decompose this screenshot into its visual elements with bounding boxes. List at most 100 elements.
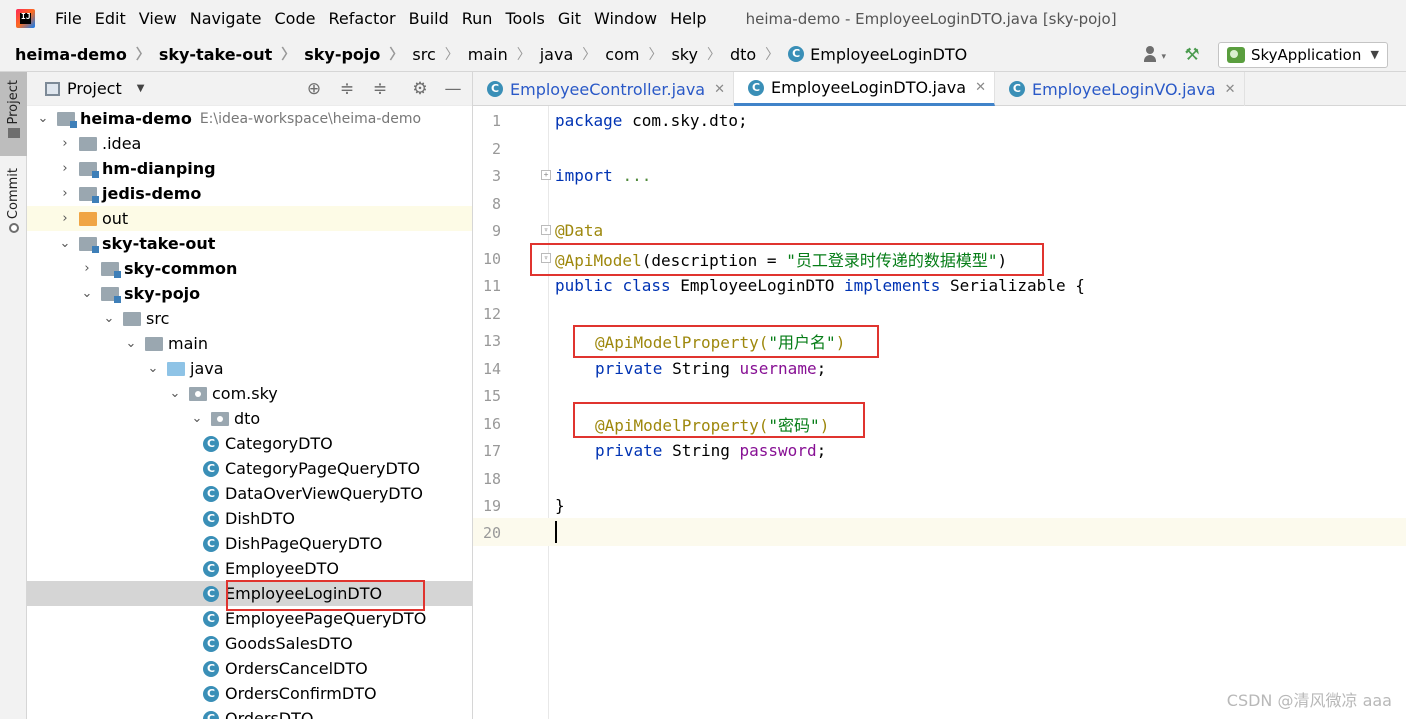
text-caret: [555, 521, 557, 543]
tree-item[interactable]: ⌄ sky-take-out: [27, 231, 472, 256]
fold-minus-icon[interactable]: ▿: [541, 225, 551, 235]
chevron-down-icon[interactable]: ⌄: [189, 411, 205, 426]
folded-imports[interactable]: ...: [622, 166, 651, 185]
chevron-down-icon[interactable]: ⌄: [35, 111, 51, 126]
hammer-icon[interactable]: ⚒: [1182, 46, 1202, 64]
module-folder-icon: [79, 236, 99, 253]
chevron-down-icon[interactable]: ⌄: [167, 386, 183, 401]
project-view-icon: [45, 81, 60, 96]
tab-employee-login-vo[interactable]: C EmployeeLoginVO.java ✕: [995, 72, 1245, 106]
tree-item[interactable]: › hm-dianping: [27, 156, 472, 181]
chevron-down-icon[interactable]: ⌄: [145, 361, 161, 376]
breadcrumb-label: src: [412, 44, 436, 64]
breadcrumb-item[interactable]: heima-demo 〉: [15, 44, 159, 64]
tree-item[interactable]: C EmployeeLoginDTO: [27, 581, 472, 606]
tree-item[interactable]: › jedis-demo: [27, 181, 472, 206]
class-icon: C: [203, 710, 219, 719]
tree-item[interactable]: C DishPageQueryDTO: [27, 531, 472, 556]
hide-icon[interactable]: —: [444, 80, 462, 98]
menu-file[interactable]: File: [55, 9, 82, 28]
code-line: 8: [473, 190, 1406, 217]
target-icon[interactable]: ⊕: [305, 80, 323, 98]
tree-item-label: CategoryPageQueryDTO: [225, 459, 421, 478]
class-icon: C: [203, 685, 219, 702]
menu-git[interactable]: Git: [558, 9, 581, 28]
fold-minus-icon[interactable]: ▿: [541, 253, 551, 263]
breadcrumb-item[interactable]: dto 〉: [730, 44, 788, 64]
tree-item[interactable]: › out: [27, 206, 472, 231]
tab-commit[interactable]: Commit: [0, 168, 27, 244]
chevron-right-icon[interactable]: ›: [79, 261, 95, 276]
collapse-all-icon[interactable]: ≑: [371, 80, 389, 98]
tree-item[interactable]: C EmployeePageQueryDTO: [27, 606, 472, 631]
fold-plus-icon[interactable]: +: [541, 170, 551, 180]
breadcrumb-item[interactable]: src 〉: [412, 44, 467, 64]
menu-navigate[interactable]: Navigate: [190, 9, 262, 28]
chevron-right-icon[interactable]: ›: [57, 186, 73, 201]
menu-build[interactable]: Build: [409, 9, 449, 28]
tree-item[interactable]: C DataOverViewQueryDTO: [27, 481, 472, 506]
menu-view[interactable]: View: [139, 9, 177, 28]
code-line: 20: [473, 519, 1406, 546]
chevron-right-icon[interactable]: ›: [57, 136, 73, 151]
chevron-down-icon[interactable]: ▼: [137, 83, 145, 94]
close-icon[interactable]: ✕: [1225, 82, 1236, 97]
tree-item[interactable]: C GoodsSalesDTO: [27, 631, 472, 656]
window-title: heima-demo - EmployeeLoginDTO.java [sky-…: [745, 9, 1117, 28]
menu-edit[interactable]: Edit: [95, 9, 126, 28]
project-view-select[interactable]: Project: [67, 79, 122, 98]
run-config-select[interactable]: SkyApplication ▼: [1218, 41, 1388, 68]
chevron-right-icon[interactable]: ›: [57, 161, 73, 176]
chevron-down-icon[interactable]: ⌄: [57, 236, 73, 251]
code-editor[interactable]: 1 package com.sky.dto; 2 3 + import ... …: [473, 106, 1406, 719]
breadcrumb-item[interactable]: sky-take-out 〉: [159, 44, 304, 64]
breadcrumb-item[interactable]: com 〉: [605, 44, 671, 64]
tab-project[interactable]: Project: [0, 72, 27, 156]
tree-item-label: CategoryDTO: [225, 434, 333, 453]
gear-icon[interactable]: ⚙: [411, 80, 429, 98]
tree-item[interactable]: C EmployeeDTO: [27, 556, 472, 581]
breadcrumb-item[interactable]: main 〉: [468, 44, 540, 64]
intellij-idea-icon[interactable]: IJ: [16, 9, 35, 28]
watermark: CSDN @清风微凉 aaa: [1226, 691, 1392, 710]
keyword: class: [622, 276, 671, 295]
breadcrumb-item[interactable]: java 〉: [540, 44, 606, 64]
keyword: package: [555, 111, 623, 130]
tree-item[interactable]: ⌄ dto: [27, 406, 472, 431]
tree-item[interactable]: › sky-common: [27, 256, 472, 281]
chevron-right-icon[interactable]: ›: [57, 211, 73, 226]
tree-item[interactable]: C OrdersCancelDTO: [27, 656, 472, 681]
tree-item[interactable]: C CategoryDTO: [27, 431, 472, 456]
tree-item[interactable]: C DishDTO: [27, 506, 472, 531]
menu-run[interactable]: Run: [462, 9, 493, 28]
tree-item[interactable]: ⌄ heima-demo E:\idea-workspace\heima-demo: [27, 106, 472, 131]
tree-item[interactable]: C OrdersDTO: [27, 706, 472, 719]
breadcrumb-file[interactable]: C EmployeeLoginDTO: [788, 45, 967, 64]
tree-item[interactable]: C OrdersConfirmDTO: [27, 681, 472, 706]
tab-employee-login-dto[interactable]: C EmployeeLoginDTO.java ✕: [734, 72, 995, 106]
tree-item-label: OrdersCancelDTO: [225, 659, 368, 678]
tree-item[interactable]: C CategoryPageQueryDTO: [27, 456, 472, 481]
menu-refactor[interactable]: Refactor: [328, 9, 395, 28]
menu-window[interactable]: Window: [594, 9, 657, 28]
tree-item-label: EmployeePageQueryDTO: [225, 609, 427, 628]
tree-item[interactable]: ⌄ com.sky: [27, 381, 472, 406]
chevron-down-icon[interactable]: ⌄: [79, 286, 95, 301]
user-icon[interactable]: ▾: [1144, 45, 1166, 64]
tab-employee-controller[interactable]: C EmployeeController.java ✕: [473, 72, 734, 106]
breadcrumb-item[interactable]: sky 〉: [671, 44, 730, 64]
tree-item[interactable]: ⌄ sky-pojo: [27, 281, 472, 306]
close-icon[interactable]: ✕: [975, 80, 986, 95]
tree-item[interactable]: ⌄ java: [27, 356, 472, 381]
expand-all-icon[interactable]: ≑: [338, 80, 356, 98]
menu-code[interactable]: Code: [275, 9, 316, 28]
menu-tools[interactable]: Tools: [505, 9, 544, 28]
breadcrumb-item[interactable]: sky-pojo 〉: [304, 44, 412, 64]
tree-item[interactable]: ⌄ main: [27, 331, 472, 356]
chevron-down-icon[interactable]: ⌄: [101, 311, 117, 326]
menu-help[interactable]: Help: [670, 9, 706, 28]
tree-item[interactable]: ⌄ src: [27, 306, 472, 331]
tree-item[interactable]: › .idea: [27, 131, 472, 156]
close-icon[interactable]: ✕: [714, 82, 725, 97]
chevron-down-icon[interactable]: ⌄: [123, 336, 139, 351]
